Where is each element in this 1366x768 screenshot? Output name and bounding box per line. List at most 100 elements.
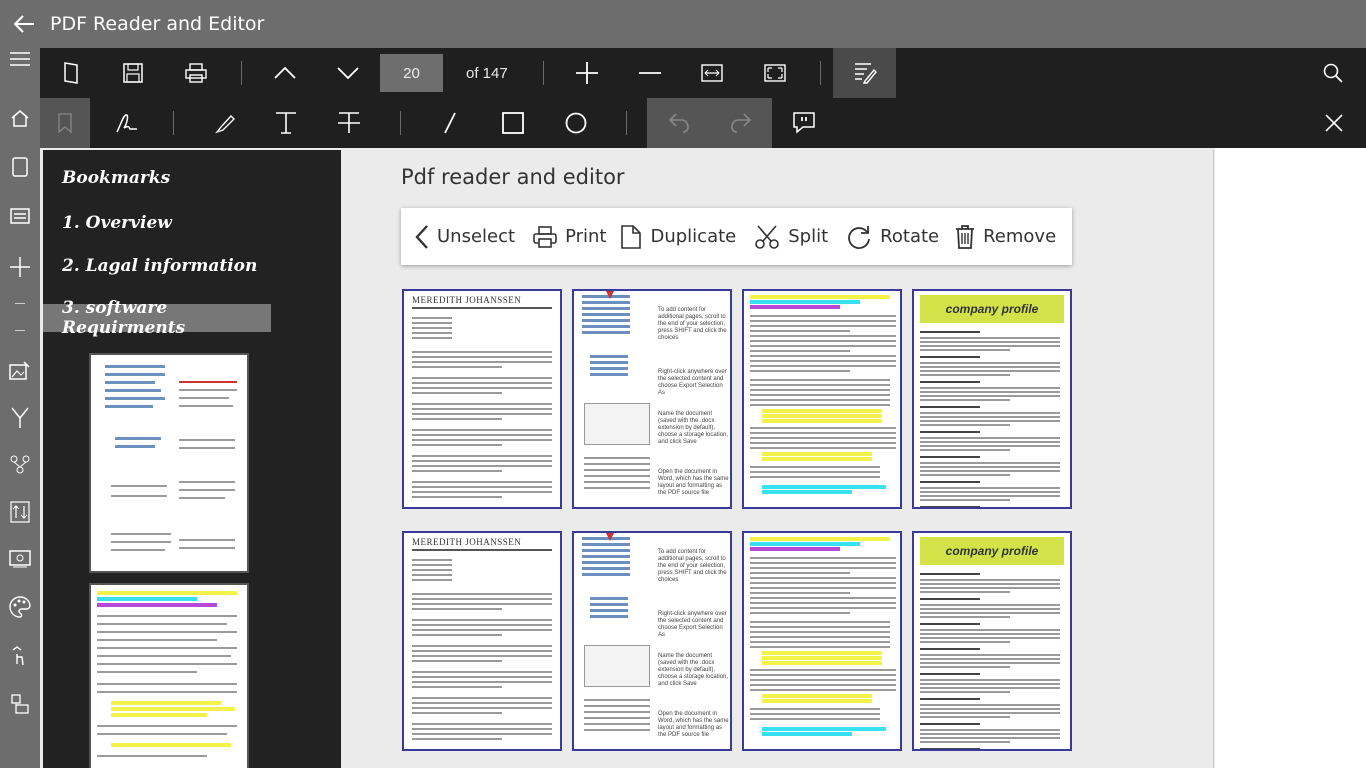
chevron-left-icon (415, 224, 428, 249)
toolbar-divider (241, 61, 242, 85)
undo-icon[interactable] (668, 112, 690, 134)
line-tool-icon[interactable] (433, 98, 467, 148)
rail-divider (15, 303, 25, 304)
letter-header: MEREDITH JOHANSSEN (412, 537, 522, 547)
page-title: Pdf reader and editor (401, 165, 625, 189)
rail-divider (15, 330, 25, 331)
print-icon (533, 225, 557, 248)
page-count: of 147 (466, 64, 508, 82)
selection-actions-bar: Unselect Print Duplicate Split Rotate Re… (401, 208, 1072, 265)
toolbar-divider (820, 61, 821, 85)
fit-width-icon[interactable] (695, 48, 729, 98)
zoom-in-icon[interactable] (570, 48, 604, 98)
rotate-button[interactable]: Rotate (846, 208, 939, 265)
edit-document-icon (854, 63, 877, 84)
guide-step: Name the document (saved with the .docx … (658, 653, 729, 687)
guide-step: Open the document in Word, which has the… (658, 469, 729, 496)
page-thumbnail[interactable]: MEREDITH JOHANSSEN (402, 289, 562, 509)
print-label: Print (565, 226, 607, 247)
guide-step: Right-click anywhere over the selected c… (658, 369, 727, 396)
home-icon[interactable] (0, 100, 40, 136)
page-thumbnail[interactable]: MEREDITH JOHANSSEN (402, 531, 562, 751)
touch-icon[interactable] (0, 638, 40, 674)
edit-mode-button[interactable] (833, 48, 896, 98)
sort-icon[interactable] (0, 494, 40, 530)
comment-icon[interactable] (787, 98, 821, 148)
toolbar-divider (543, 61, 544, 85)
main-toolbar: 20 of 147 (40, 48, 1366, 98)
duplicate-icon (621, 224, 642, 249)
grid-view-icon[interactable] (0, 198, 40, 234)
sidebar-page-thumbnail[interactable] (89, 353, 249, 573)
redo-icon[interactable] (730, 112, 752, 134)
print-button[interactable]: Print (533, 208, 606, 265)
remove-button[interactable]: Remove (955, 208, 1056, 265)
guide-step: Name the document (saved with the .docx … (658, 411, 729, 445)
page-number-input[interactable]: 20 (380, 54, 443, 92)
remove-label: Remove (983, 226, 1057, 247)
toolbar-divider (626, 111, 627, 135)
hamburger-menu-icon[interactable] (0, 41, 40, 77)
highlighter-icon[interactable] (208, 98, 242, 148)
undo-redo-group (647, 98, 772, 148)
guide-step: To add content for additional pages, scr… (658, 549, 727, 583)
fit-page-icon[interactable] (758, 48, 792, 98)
right-margin (1215, 148, 1366, 768)
sidebar-page-thumbnail[interactable] (89, 583, 249, 768)
duplicate-button[interactable]: Duplicate (620, 208, 736, 265)
profile-header: company profile (920, 537, 1064, 565)
open-book-icon[interactable] (54, 48, 88, 98)
annotation-toolbar (40, 98, 1366, 148)
signature-pen-icon[interactable] (110, 98, 144, 148)
left-rail (0, 48, 40, 768)
page-thumbnail[interactable]: To add content for additional pages, scr… (572, 531, 732, 751)
close-icon[interactable] (1317, 98, 1351, 148)
slideshow-icon[interactable] (0, 541, 40, 577)
bookmark-software-requirements[interactable]: 3. software Requirments (43, 298, 271, 338)
guide-step: Open the document in Word, which has the… (658, 711, 729, 738)
unselect-button[interactable]: Unselect (415, 208, 515, 265)
page-organizer: Pdf reader and editor Unselect Print Dup… (343, 150, 1214, 768)
rotate-label: Rotate (880, 226, 940, 247)
bookmark-legal-information[interactable]: 2. Lagal information (43, 252, 257, 280)
split-label: Split (788, 226, 829, 247)
zoom-out-icon[interactable] (633, 48, 667, 98)
scissors-icon (755, 224, 780, 249)
text-tool-icon[interactable] (269, 98, 303, 148)
rectangle-tool-icon[interactable] (496, 98, 530, 148)
search-icon[interactable] (1316, 48, 1350, 98)
title-bar: PDF Reader and Editor (0, 0, 1366, 48)
split-pages-icon[interactable] (0, 446, 40, 482)
toolbar-divider (173, 111, 174, 135)
chevron-up-icon[interactable] (268, 48, 302, 98)
duplicate-label: Duplicate (650, 226, 737, 247)
bookmarks-panel: Bookmarks 1. Overview 2. Lagal informati… (43, 150, 341, 768)
trash-icon (956, 224, 975, 249)
merge-icon[interactable] (0, 400, 40, 436)
page-thumbnail[interactable] (742, 289, 902, 509)
guide-step: To add content for additional pages, scr… (658, 307, 727, 341)
page-thumbnail[interactable]: To add content for additional pages, scr… (572, 289, 732, 509)
image-edit-icon[interactable] (0, 353, 40, 389)
document-icon[interactable] (0, 149, 40, 185)
chevron-down-icon[interactable] (331, 48, 365, 98)
save-icon[interactable] (116, 48, 150, 98)
page-thumbnail[interactable]: company profile (912, 289, 1072, 509)
toolbar-divider (400, 111, 401, 135)
split-button[interactable]: Split (754, 208, 828, 265)
rotate-icon (848, 225, 871, 249)
bookmark-overview[interactable]: 1. Overview (43, 209, 172, 237)
page-thumbnail[interactable] (742, 531, 902, 751)
letter-header: MEREDITH JOHANSSEN (412, 295, 522, 305)
add-icon[interactable] (0, 249, 40, 285)
guide-step: Right-click anywhere over the selected c… (658, 611, 727, 638)
print-icon[interactable] (179, 48, 213, 98)
page-thumbnail[interactable]: company profile (912, 531, 1072, 751)
palette-icon[interactable] (0, 589, 40, 625)
circle-tool-icon[interactable] (559, 98, 593, 148)
bookmarks-heading: Bookmarks (62, 168, 171, 188)
profile-header: company profile (920, 295, 1064, 323)
bookmark-icon[interactable] (40, 98, 90, 148)
strikethrough-icon[interactable] (332, 98, 366, 148)
layers-icon[interactable] (0, 686, 40, 722)
